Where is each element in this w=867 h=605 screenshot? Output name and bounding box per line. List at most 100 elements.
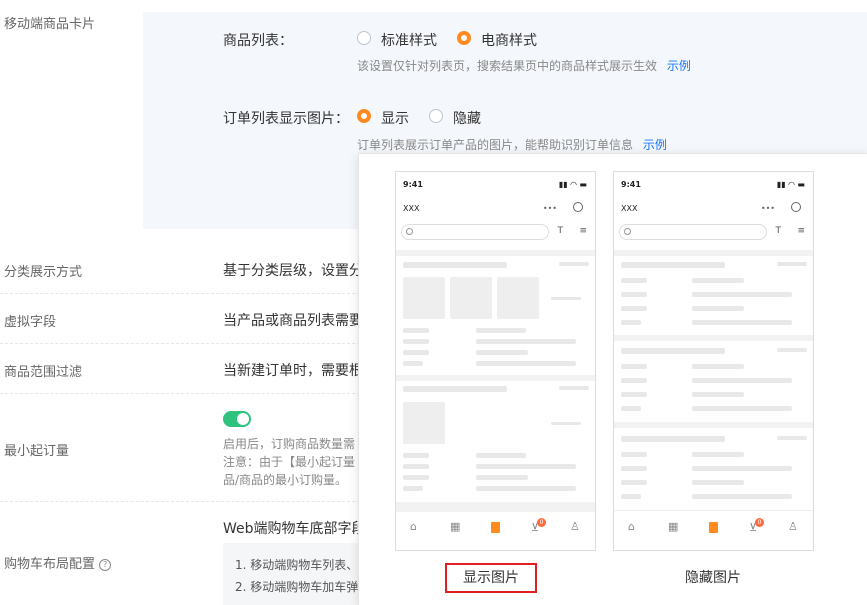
virtual-field-value: 当产品或商品列表需要 <box>223 313 363 329</box>
placeholder-bar <box>476 361 576 366</box>
example-popup: 9:41 ▮▮ ◠ ▬ XXX ••• T ≡ ⌂ ▦ ⊻ 0 ♙ 9:41 ▮… <box>358 153 867 605</box>
row-divider <box>0 293 360 294</box>
radio-ecommerce-style[interactable] <box>457 31 471 45</box>
product-filter-label: 商品范围过滤 <box>4 365 83 380</box>
min-order-toggle[interactable] <box>223 411 251 427</box>
placeholder-bar <box>621 278 647 283</box>
placeholder-bar <box>621 466 647 471</box>
placeholder-bar <box>692 292 792 297</box>
phone-preview-hide-images: 9:41 ▮▮ ◠ ▬ XXX ••• T ≡ ⌂ ▦ ⊻ 0 ♙ <box>613 171 814 551</box>
section-gap <box>614 335 813 341</box>
row-divider <box>0 343 360 344</box>
caption-show-images: 显示图片 <box>445 563 537 593</box>
placeholder-bar <box>403 386 507 392</box>
radio-show-image-label[interactable]: 显示 <box>381 108 409 128</box>
placeholder-bar <box>777 262 807 266</box>
order-icon <box>491 522 500 533</box>
placeholder-bar <box>403 328 429 333</box>
row-divider <box>0 501 360 502</box>
radio-show-image[interactable] <box>357 109 371 123</box>
radio-standard-style-label[interactable]: 标准样式 <box>381 30 437 50</box>
order-image-hint-text: 订单列表展示订单产品的图片，能帮助识别订单信息 <box>357 138 634 152</box>
basket-icon <box>403 277 445 319</box>
help-icon[interactable]: ? <box>99 558 112 571</box>
placeholder-bar <box>476 328 526 333</box>
signal-icon: ▮▮ ◠ ▬ <box>558 180 587 189</box>
placeholder-bar <box>621 364 647 369</box>
filter-icon: T <box>557 226 564 236</box>
cart-web-title: Web端购物车底部字段 <box>223 521 366 537</box>
placeholder-bar <box>403 262 507 268</box>
placeholder-bar <box>692 494 792 499</box>
cart-info-item-2: 2. 移动端购物车加车弹 <box>235 580 359 594</box>
virtual-field-label: 虚拟字段 <box>4 315 57 330</box>
placeholder-bar <box>692 278 744 283</box>
placeholder-bar <box>692 406 792 411</box>
product-list-example-link[interactable]: 示例 <box>667 59 691 73</box>
placeholder-bar <box>476 486 576 491</box>
placeholder-bar <box>692 480 744 485</box>
row-divider <box>0 393 360 394</box>
placeholder-bar <box>551 297 581 300</box>
radio-standard-style[interactable] <box>357 31 371 45</box>
signal-icon: ▮▮ ◠ ▬ <box>776 180 805 189</box>
placeholder-bar <box>476 464 576 469</box>
cart-info-item-1: 1. 移动端购物车列表、 <box>235 558 359 572</box>
placeholder-bar <box>403 339 429 344</box>
caption-hide-images: 隐藏图片 <box>685 570 741 586</box>
home-icon: ⌂ <box>628 520 635 533</box>
min-order-hint-1: 启用后，订购商品数量需 <box>223 437 356 451</box>
placeholder-bar <box>476 475 528 480</box>
cart-badge: 0 <box>755 518 764 527</box>
phone-title: XXX <box>621 204 638 213</box>
section-gap <box>614 250 813 256</box>
target-icon <box>573 202 583 212</box>
phone-preview-show-images: 9:41 ▮▮ ◠ ▬ XXX ••• T ≡ ⌂ ▦ ⊻ 0 ♙ <box>395 171 596 551</box>
placeholder-bar <box>559 386 589 390</box>
placeholder-bar <box>621 392 647 397</box>
placeholder-bar <box>621 406 641 411</box>
min-order-hint-3: 品/商品的最小订购量。 <box>223 473 348 487</box>
cart-badge: 0 <box>537 518 546 527</box>
cart-layout-label-text: 购物车布局配置 <box>4 557 96 572</box>
placeholder-bar <box>621 494 641 499</box>
product-list-hint: 该设置仅针对列表页，搜索结果页中的商品样式展示生效 示例 <box>357 57 691 74</box>
placeholder-bar <box>551 422 581 425</box>
user-icon: ♙ <box>788 520 798 533</box>
order-icon <box>709 522 718 533</box>
product-list-label: 商品列表： <box>223 33 293 49</box>
camera-icon <box>403 402 445 444</box>
search-icon <box>624 228 631 235</box>
placeholder-bar <box>476 350 528 355</box>
home-icon: ⌂ <box>410 520 417 533</box>
order-image-hint: 订单列表展示订单产品的图片，能帮助识别订单信息 示例 <box>357 136 667 153</box>
printer-icon <box>497 277 539 319</box>
placeholder-bar <box>403 350 429 355</box>
category-display-label: 分类展示方式 <box>4 265 83 280</box>
placeholder-bar <box>621 452 647 457</box>
placeholder-bar <box>692 306 744 311</box>
phone-search-input <box>619 224 767 240</box>
bowl-icon <box>450 277 492 319</box>
cart-layout-label: 购物车布局配置 ? <box>4 553 112 572</box>
sort-icon: ≡ <box>579 226 587 236</box>
placeholder-bar <box>621 480 647 485</box>
product-list-hint-text: 该设置仅针对列表页，搜索结果页中的商品样式展示生效 <box>357 59 658 73</box>
tabbar-divider <box>614 510 813 511</box>
placeholder-bar <box>403 361 423 366</box>
placeholder-bar <box>621 436 725 442</box>
order-image-example-link[interactable]: 示例 <box>643 138 667 152</box>
radio-hide-image-label[interactable]: 隐藏 <box>453 108 481 128</box>
phone-time: 9:41 <box>621 180 641 189</box>
placeholder-bar <box>692 320 792 325</box>
grid-icon: ▦ <box>450 520 461 533</box>
radio-hide-image[interactable] <box>429 109 443 123</box>
placeholder-bar <box>559 262 589 266</box>
user-icon: ♙ <box>570 520 580 533</box>
radio-ecommerce-style-label[interactable]: 电商样式 <box>481 30 537 50</box>
placeholder-bar <box>692 466 792 471</box>
placeholder-bar <box>403 486 423 491</box>
section-gap <box>396 502 595 512</box>
target-icon <box>791 202 801 212</box>
category-display-value: 基于分类层级，设置分 <box>223 263 363 279</box>
